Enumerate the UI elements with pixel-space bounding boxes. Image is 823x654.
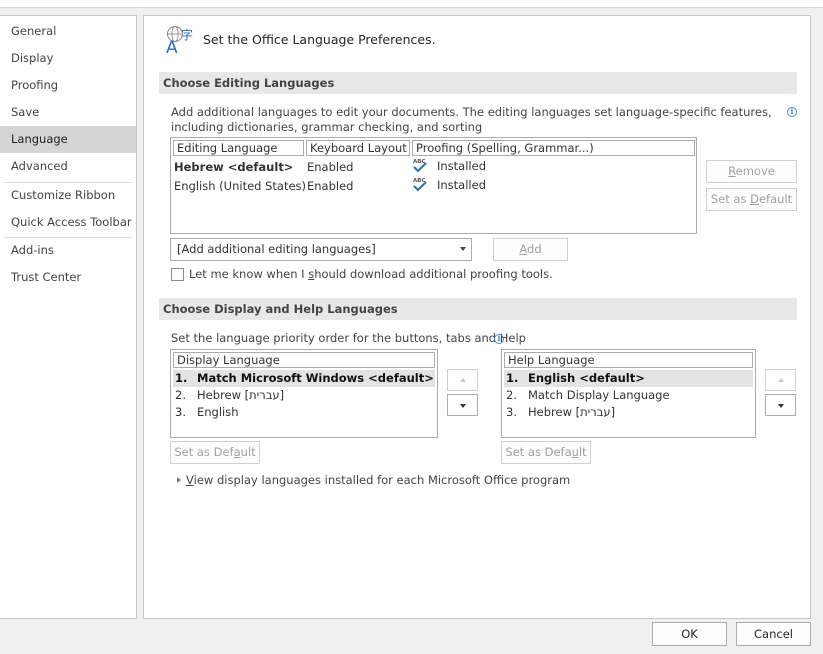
label-text: hould download additional proofing tools… — [314, 267, 553, 281]
abc-check-icon: ABC — [413, 159, 427, 173]
sidebar-item-language[interactable]: Language — [0, 126, 136, 153]
button-label: Set as Def — [174, 445, 234, 459]
section-header-display-languages: Choose Display and Help Languages — [159, 298, 797, 320]
sidebar-item-save[interactable]: Save — [0, 99, 136, 126]
info-icon[interactable]: i — [494, 334, 504, 344]
svg-text:A: A — [166, 38, 178, 54]
editing-languages-description: Add additional languages to edit your do… — [171, 105, 772, 134]
combo-value: [Add additional editing languages] — [177, 242, 376, 256]
table-cell-proofing: Installed — [437, 159, 486, 173]
display-languages-description: Set the language priority order for the … — [171, 331, 526, 345]
button-label: emove — [735, 164, 775, 178]
accelerator-key: V — [186, 473, 194, 487]
svg-text:字: 字 — [181, 27, 193, 42]
table-row-language[interactable]: English (United States) — [174, 178, 306, 194]
button-label: Set as Defa — [505, 445, 572, 459]
list-item-label: Match Display Language — [528, 388, 670, 402]
proofing-tools-checkbox-label[interactable]: Let me know when I should download addit… — [189, 267, 553, 281]
sidebar-item-advanced[interactable]: Advanced — [0, 153, 136, 180]
arrow-down-icon — [778, 404, 784, 408]
page-title: Set the Office Language Preferences. — [203, 32, 436, 47]
column-header-editing-language[interactable]: Editing Language — [173, 140, 304, 156]
list-item-label: English <default> — [528, 371, 645, 385]
list-item-label: Hebrew [עברית] — [197, 388, 285, 402]
set-default-editing-button[interactable]: Set as Default — [706, 188, 797, 211]
list-item-number: 1. — [175, 371, 188, 385]
set-default-display-button[interactable]: Set as Default — [170, 441, 260, 464]
button-label: dd — [527, 242, 542, 256]
language-options-panel: A 字 Set the Office Language Preferences.… — [143, 15, 811, 619]
options-sidebar: General Display Proofing Save Language A… — [0, 15, 137, 619]
list-item-number: 1. — [506, 371, 519, 385]
move-down-display-button[interactable] — [447, 394, 478, 416]
button-label: efault — [758, 192, 793, 206]
list-item-label: Match Microsoft Windows <default> — [197, 371, 434, 385]
list-item-label: Hebrew [עברית] — [528, 405, 616, 419]
section-header-editing-languages: Choose Editing Languages — [159, 72, 797, 94]
accelerator-key: R — [728, 164, 736, 178]
list-item-number: 3. — [175, 405, 186, 419]
table-cell-keyboard: Enabled — [307, 160, 354, 174]
accelerator-key: D — [750, 192, 759, 206]
remove-button[interactable]: Remove — [706, 160, 797, 183]
proofing-tools-checkbox[interactable] — [171, 268, 184, 281]
button-label: Set as — [710, 192, 751, 206]
abc-check-icon: ABC — [413, 178, 427, 192]
move-up-help-button[interactable] — [765, 369, 796, 391]
accelerator-key: a — [233, 445, 241, 459]
sidebar-item-trust-center[interactable]: Trust Center — [0, 264, 136, 291]
chevron-down-icon — [460, 247, 466, 251]
help-language-list[interactable]: Help Language 1. English <default> 2. Matc… — [501, 349, 756, 438]
editing-languages-table[interactable]: Editing Language Keyboard Layout Proofin… — [170, 137, 697, 234]
table-row-language[interactable]: Hebrew <default> — [174, 159, 293, 175]
table-cell-keyboard: Enabled — [307, 179, 354, 193]
chevron-right-icon — [177, 477, 181, 483]
add-language-combo[interactable]: [Add additional editing languages] — [170, 238, 472, 261]
cancel-button[interactable]: Cancel — [736, 622, 811, 646]
list-item[interactable]: 1. English <default> — [504, 370, 753, 387]
accelerator-key: u — [571, 445, 579, 459]
help-language-header: Help Language — [504, 352, 753, 368]
list-item-number: 2. — [175, 388, 186, 402]
list-item[interactable]: 3. Hebrew [עברית] — [504, 404, 753, 421]
move-down-help-button[interactable] — [765, 394, 796, 416]
label-text: Let me know when I — [189, 267, 309, 281]
list-item[interactable]: 2. Match Display Language — [504, 387, 753, 404]
view-display-languages-expander[interactable]: View display languages installed for eac… — [177, 473, 570, 487]
list-item[interactable]: 3. English — [173, 404, 435, 421]
table-cell-proofing: Installed — [437, 178, 486, 192]
arrow-up-icon — [778, 378, 784, 382]
sidebar-item-customize-ribbon[interactable]: Customize Ribbon — [0, 182, 136, 209]
display-language-list[interactable]: Display Language 1. Match Microsoft Windo… — [170, 349, 438, 438]
expander-label: iew display languages installed for each… — [193, 473, 571, 487]
button-label: ult — [240, 445, 256, 459]
list-item-number: 3. — [506, 405, 517, 419]
arrow-up-icon — [460, 378, 466, 382]
list-item[interactable]: 1. Match Microsoft Windows <default> — [173, 370, 435, 387]
sidebar-item-display[interactable]: Display — [0, 45, 136, 72]
arrow-down-icon — [460, 404, 466, 408]
info-icon[interactable]: i — [787, 107, 797, 117]
add-button[interactable]: Add — [493, 238, 568, 261]
ok-button[interactable]: OK — [652, 622, 727, 646]
move-up-display-button[interactable] — [447, 369, 478, 391]
window-top-strip — [0, 0, 823, 8]
accelerator-key: A — [519, 242, 528, 256]
sidebar-item-proofing[interactable]: Proofing — [0, 72, 136, 99]
list-item[interactable]: 2. Hebrew [עברית] — [173, 387, 435, 404]
set-default-help-button[interactable]: Set as Default — [501, 441, 591, 464]
sidebar-item-general[interactable]: General — [0, 18, 136, 45]
list-item-label: English — [197, 405, 239, 419]
column-header-proofing[interactable]: Proofing (Spelling, Grammar...) — [412, 140, 695, 156]
sidebar-item-quick-access-toolbar[interactable]: Quick Access Toolbar — [0, 209, 136, 236]
button-label: lt — [578, 445, 587, 459]
column-header-keyboard-layout[interactable]: Keyboard Layout — [306, 140, 410, 156]
sidebar-item-add-ins[interactable]: Add-ins — [0, 237, 136, 264]
display-language-header: Display Language — [173, 352, 435, 368]
list-item-number: 2. — [506, 388, 517, 402]
language-icon: A 字 — [166, 26, 193, 54]
